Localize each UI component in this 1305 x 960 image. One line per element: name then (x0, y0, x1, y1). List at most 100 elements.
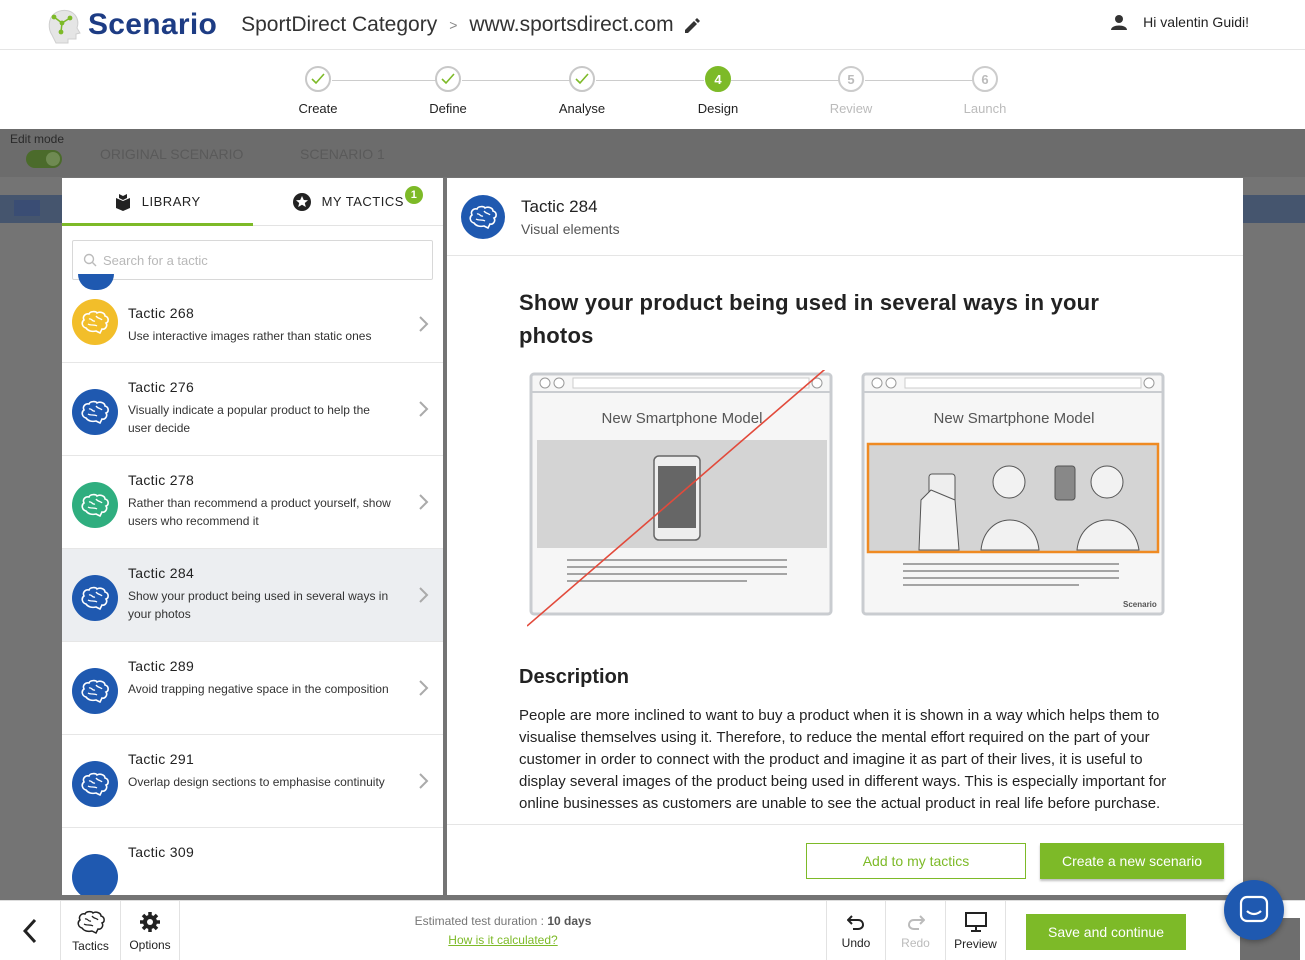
step-create[interactable]: Create (263, 66, 373, 116)
brain-icon (72, 389, 118, 435)
tactic-desc: Visually indicate a popular product to h… (128, 403, 370, 435)
illus-right-caption: New Smartphone Model (933, 410, 1095, 427)
user-greeting: Hi valentin Guidi! (1143, 14, 1249, 30)
tab-my-tactics[interactable]: MY TACTICS 1 (253, 178, 444, 225)
tactics-button[interactable]: Tactics (61, 901, 121, 960)
redo-button[interactable]: Redo (886, 901, 946, 960)
tactic-desc: Overlap design sections to emphasise con… (128, 775, 385, 789)
chevron-right-icon (419, 494, 429, 510)
user-icon (1111, 15, 1128, 30)
options-button[interactable]: Options (121, 901, 180, 960)
breadcrumb-category[interactable]: SportDirect Category (241, 13, 437, 37)
search-icon (83, 253, 97, 267)
bottom-toolbar: Tactics Options Estimated test duration … (0, 900, 1305, 960)
step-launch: 6 Launch (930, 66, 1040, 116)
tactic-search-input[interactable]: Search for a tactic (72, 240, 433, 280)
tab-library[interactable]: LIBRARY (62, 178, 253, 226)
step-analyse[interactable]: Analyse (527, 66, 637, 116)
library-book-icon (115, 193, 130, 211)
tab-my-tactics-label: MY TACTICS (321, 194, 404, 209)
top-bar: Scenario SportDirect Category > www.spor… (0, 0, 1305, 50)
step-number: 6 (972, 66, 998, 92)
tactics-label: Tactics (72, 938, 109, 953)
tactic-item-268[interactable]: Tactic 268 Use interactive images rather… (62, 285, 443, 363)
step-label: Analyse (558, 101, 606, 116)
star-icon (292, 192, 311, 211)
tactic-library-panel: LIBRARY MY TACTICS 1 Search for a tactic… (62, 178, 443, 895)
illus-left-caption: New Smartphone Model (601, 410, 763, 427)
breadcrumb-separator: > (449, 16, 458, 33)
how-calculated-link[interactable]: How is it calculated? (380, 933, 626, 947)
step-label: Design (697, 101, 739, 116)
undo-button[interactable]: Undo (826, 901, 886, 960)
brain-icon (72, 668, 118, 714)
detail-header: Tactic 284 Visual elements (447, 178, 1243, 256)
my-tactics-count-badge: 1 (405, 186, 423, 204)
detail-footer: Add to my tactics Create a new scenario (447, 824, 1243, 895)
step-label: Launch (963, 101, 1007, 116)
estimate-value: 10 days (547, 914, 592, 928)
tactic-title: Tactic 289 (128, 658, 195, 674)
estimate-label: Estimated test duration : (414, 914, 548, 928)
create-new-scenario-button[interactable]: Create a new scenario (1040, 843, 1224, 879)
undo-label: Undo (841, 935, 871, 950)
edit-mode-toggle[interactable] (26, 150, 62, 168)
tab-scenario-1[interactable]: SCENARIO 1 (300, 146, 385, 162)
tactic-desc: Avoid trapping negative space in the com… (128, 682, 389, 696)
preview-button[interactable]: Preview (946, 901, 1006, 960)
chevron-right-icon (419, 680, 429, 696)
check-icon (435, 66, 461, 92)
brain-icon (72, 575, 118, 621)
tactic-item-309[interactable]: Tactic 309 (62, 828, 443, 895)
detail-category: Visual elements (521, 220, 620, 237)
user-menu[interactable]: Hi valentin Guidi! (1111, 14, 1249, 30)
chat-icon (1239, 895, 1269, 923)
tactic-item-278[interactable]: Tactic 278 Rather than recommend a produ… (62, 456, 443, 549)
search-placeholder: Search for a tactic (103, 252, 208, 268)
brain-icon (72, 299, 118, 345)
tactic-title: Tactic 278 (128, 472, 195, 488)
monitor-icon (964, 911, 987, 932)
tab-library-label: LIBRARY (141, 194, 201, 209)
back-button[interactable] (0, 901, 61, 960)
step-label: Create (298, 101, 338, 116)
chevron-right-icon (419, 773, 429, 789)
brain-icon (461, 194, 505, 239)
tactic-desc: Rather than recommend a product yourself… (128, 496, 391, 528)
tactic-list: Tactic 268 Use interactive images rather… (62, 285, 443, 895)
bg-bar-right (1243, 195, 1305, 223)
brain-icon (77, 910, 105, 934)
step-define[interactable]: Define (393, 66, 503, 116)
tactic-item-289[interactable]: Tactic 289 Avoid trapping negative space… (62, 642, 443, 735)
edit-mode-label: Edit mode (10, 132, 65, 146)
tactic-title: Tactic 309 (128, 844, 195, 860)
step-review: 5 Review (796, 66, 906, 116)
library-tabs: LIBRARY MY TACTICS 1 (62, 178, 443, 226)
save-and-continue-button[interactable]: Save and continue (1026, 914, 1186, 950)
bad-example-illustration (527, 370, 833, 627)
step-number: 4 (705, 66, 731, 92)
tactic-item-284[interactable]: Tactic 284 Show your product being used … (62, 549, 443, 642)
tactic-item-291[interactable]: Tactic 291 Overlap design sections to em… (62, 735, 443, 828)
options-label: Options (129, 937, 171, 952)
uk-flag-icon[interactable] (14, 200, 40, 216)
brain-icon (72, 761, 118, 807)
pencil-edit-icon[interactable] (682, 15, 702, 35)
chevron-left-icon (23, 918, 37, 944)
tactic-desc: Use interactive images rather than stati… (128, 329, 372, 343)
scenario-logo[interactable]: Scenario (44, 5, 217, 45)
redo-label: Redo (901, 935, 930, 950)
estimated-duration: Estimated test duration : 10 days (380, 914, 626, 928)
check-icon (305, 66, 331, 92)
add-to-my-tactics-button[interactable]: Add to my tactics (806, 843, 1026, 879)
chevron-right-icon (419, 401, 429, 417)
tactic-title: Tactic 268 (128, 305, 195, 321)
step-design[interactable]: 4 Design (663, 66, 773, 116)
good-example-illustration (861, 372, 1165, 616)
tactic-item-276[interactable]: Tactic 276 Visually indicate a popular p… (62, 363, 443, 456)
tactic-detail-panel: Tactic 284 Visual elements Show your pro… (447, 178, 1243, 895)
chat-launcher-button[interactable] (1224, 880, 1284, 940)
undo-icon (847, 914, 865, 930)
tab-original-scenario[interactable]: ORIGINAL SCENARIO (100, 146, 243, 162)
description-heading: Description (519, 666, 630, 688)
